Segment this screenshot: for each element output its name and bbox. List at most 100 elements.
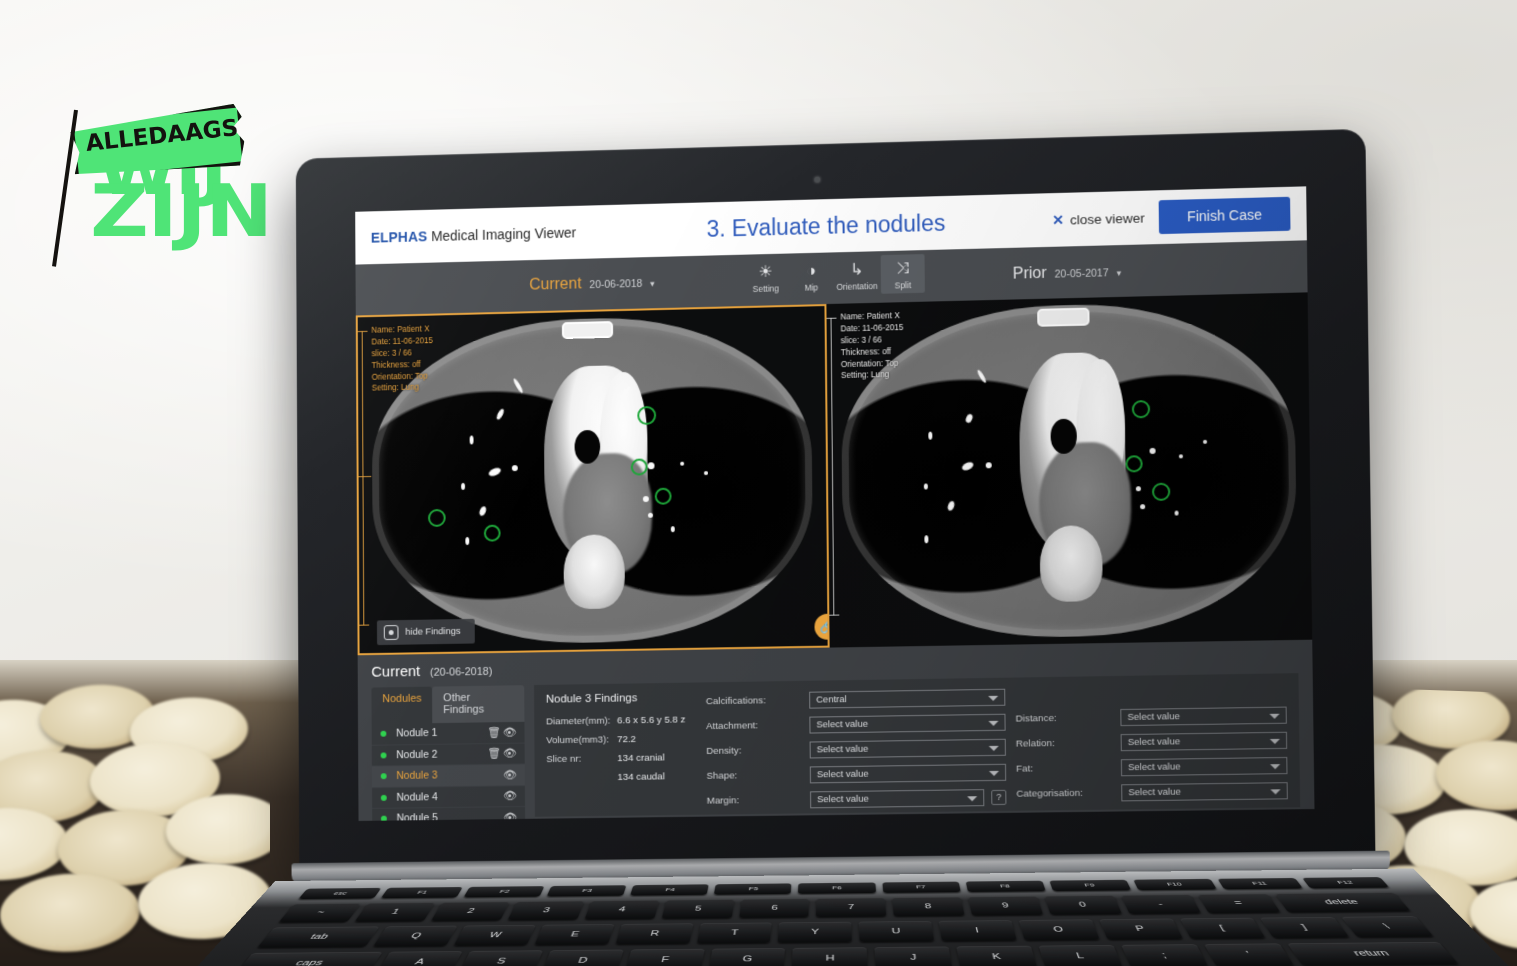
key[interactable]: F1 bbox=[380, 886, 463, 899]
key[interactable]: ' bbox=[1204, 943, 1295, 966]
key[interactable]: tab bbox=[257, 926, 380, 948]
eye-icon[interactable]: 👁 bbox=[502, 768, 518, 781]
key[interactable]: F4 bbox=[630, 884, 710, 896]
key[interactable]: F10 bbox=[1133, 878, 1217, 891]
key[interactable]: delete bbox=[1274, 892, 1411, 913]
current-series-selector[interactable]: Current 20-06-2018 ▾ bbox=[529, 274, 655, 295]
key[interactable]: F2 bbox=[463, 886, 545, 898]
field-density: Density: Select value bbox=[706, 738, 1006, 760]
key[interactable]: A bbox=[375, 951, 463, 966]
key[interactable]: F8 bbox=[965, 880, 1046, 892]
key[interactable]: Y bbox=[777, 921, 853, 943]
tab-other-findings[interactable]: Other Findings bbox=[432, 685, 525, 724]
nodule-marker[interactable] bbox=[428, 508, 446, 527]
tool-setting[interactable]: ☀ Setting bbox=[744, 258, 788, 298]
calcifications-select[interactable]: Central bbox=[809, 688, 1006, 709]
key[interactable]: F bbox=[624, 948, 705, 966]
key[interactable]: I bbox=[938, 920, 1017, 942]
app-header-actions: ✕ close viewer Finish Case bbox=[1052, 196, 1291, 237]
key[interactable]: T bbox=[696, 922, 773, 944]
eye-icon[interactable]: 👁 bbox=[502, 726, 518, 739]
key[interactable]: F11 bbox=[1217, 877, 1303, 890]
key[interactable]: 2 bbox=[430, 901, 510, 921]
list-item-nodule-1[interactable]: Nodule 1 🗑 👁 bbox=[371, 721, 525, 746]
eye-icon[interactable]: 👁 bbox=[502, 789, 518, 802]
key[interactable]: F6 bbox=[798, 882, 876, 894]
field-categorisation: Categorisation: Select value bbox=[1016, 782, 1288, 803]
tool-orientation[interactable]: ↳ Orientation bbox=[835, 255, 879, 295]
shape-select[interactable]: Select value bbox=[809, 763, 1007, 784]
key[interactable]: esc bbox=[298, 887, 382, 900]
key[interactable]: ~ bbox=[278, 903, 362, 923]
key[interactable]: \ bbox=[1341, 916, 1434, 938]
key[interactable]: G bbox=[708, 948, 786, 966]
chevron-down-icon bbox=[988, 770, 1000, 776]
margin-help-button[interactable]: ? bbox=[991, 789, 1007, 806]
key[interactable]: [ bbox=[1179, 917, 1266, 939]
prior-series-selector[interactable]: Prior 20-05-2017 ▾ bbox=[1013, 263, 1122, 284]
key[interactable]: 8 bbox=[892, 896, 965, 917]
key[interactable]: 7 bbox=[816, 897, 887, 917]
eye-icon[interactable]: 👁 bbox=[502, 747, 518, 760]
key[interactable]: L bbox=[1038, 944, 1123, 966]
key[interactable]: 9 bbox=[968, 896, 1044, 916]
list-item-nodule-2[interactable]: Nodule 2 🗑 👁 bbox=[371, 743, 525, 767]
tool-split[interactable]: ⤨ Split bbox=[880, 254, 925, 294]
key[interactable]: - bbox=[1121, 894, 1202, 914]
tab-nodules[interactable]: Nodules bbox=[371, 686, 433, 725]
finish-case-button[interactable]: Finish Case bbox=[1158, 196, 1291, 235]
key[interactable]: 1 bbox=[354, 902, 436, 922]
key[interactable]: 3 bbox=[507, 900, 585, 921]
key[interactable]: ; bbox=[1121, 944, 1209, 966]
key[interactable]: F12 bbox=[1302, 876, 1390, 889]
key[interactable]: O bbox=[1018, 919, 1100, 941]
categorisation-select[interactable]: Select value bbox=[1121, 782, 1288, 802]
density-select[interactable]: Select value bbox=[809, 738, 1006, 759]
key[interactable]: 5 bbox=[661, 899, 735, 919]
prior-series-label: Prior bbox=[1012, 264, 1047, 283]
key[interactable]: F5 bbox=[714, 883, 792, 895]
viewport-current[interactable]: Name: Patient X Date: 11-06-2015 slice: … bbox=[355, 304, 830, 656]
viewport-overlay-text: Name: Patient X Date: 11-06-2015 slice: … bbox=[840, 311, 904, 381]
key[interactable]: W bbox=[453, 924, 536, 946]
field-label: Categorisation: bbox=[1016, 787, 1083, 800]
margin-select[interactable]: Select value bbox=[810, 789, 985, 809]
key[interactable]: S bbox=[458, 950, 543, 966]
nodule-findings-card: Nodule 3 Findings Diameter(mm): 6.6 x 5.… bbox=[534, 673, 1301, 817]
key[interactable]: F3 bbox=[546, 885, 627, 897]
hide-findings-label: hide Findings bbox=[405, 625, 461, 638]
key[interactable]: R bbox=[615, 923, 693, 945]
viewport-overlay-text: Name: Patient X Date: 11-06-2015 slice: … bbox=[371, 324, 433, 393]
key[interactable]: D bbox=[541, 949, 624, 966]
key[interactable]: 6 bbox=[738, 898, 810, 918]
close-viewer-button[interactable]: ✕ close viewer bbox=[1052, 209, 1145, 228]
viewport-prior[interactable]: Name: Patient X Date: 11-06-2015 slice: … bbox=[826, 292, 1313, 648]
list-item-nodule-3[interactable]: Nodule 3 👁 bbox=[371, 764, 525, 788]
distance-select[interactable]: Select value bbox=[1120, 706, 1287, 727]
hide-findings-button[interactable]: hide Findings bbox=[376, 618, 475, 646]
nodule-marker[interactable] bbox=[654, 487, 672, 505]
trash-icon[interactable]: 🗑 bbox=[486, 747, 502, 760]
key[interactable]: 0 bbox=[1044, 895, 1123, 915]
key[interactable]: H bbox=[792, 947, 869, 966]
tool-mip[interactable]: ◑ Mip bbox=[789, 256, 833, 296]
key[interactable]: F9 bbox=[1049, 879, 1131, 892]
key[interactable]: = bbox=[1197, 893, 1281, 914]
list-item-nodule-4[interactable]: Nodule 4 👁 bbox=[372, 785, 526, 809]
trash-icon[interactable]: 🗑 bbox=[486, 726, 502, 739]
key[interactable]: E bbox=[534, 924, 615, 945]
key[interactable]: P bbox=[1098, 918, 1183, 940]
relation-select[interactable]: Select value bbox=[1120, 731, 1288, 752]
key[interactable]: ] bbox=[1260, 916, 1350, 938]
key[interactable]: return bbox=[1287, 941, 1459, 966]
key[interactable]: F7 bbox=[881, 881, 961, 893]
attachment-select[interactable]: Select value bbox=[809, 713, 1006, 734]
fat-select[interactable]: Select value bbox=[1120, 756, 1288, 777]
key[interactable]: J bbox=[874, 946, 953, 966]
key[interactable]: 4 bbox=[584, 900, 659, 920]
key[interactable]: Q bbox=[373, 925, 458, 947]
key[interactable]: caps bbox=[234, 951, 383, 966]
key[interactable]: K bbox=[956, 945, 1038, 966]
key[interactable]: U bbox=[858, 920, 935, 942]
list-item-nodule-5[interactable]: Nodule 5 👁 bbox=[372, 806, 526, 821]
